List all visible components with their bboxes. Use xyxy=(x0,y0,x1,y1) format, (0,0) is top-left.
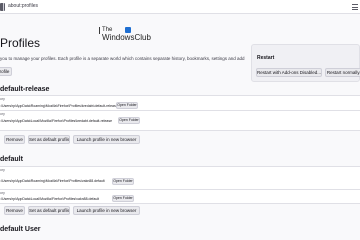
local-directory-row: ory :\Users\rp\AppData\Local\Mozilla\Fir… xyxy=(0,111,360,131)
watermark-logo: The WindowsClub xyxy=(99,26,151,48)
profile-name: default-release xyxy=(0,86,50,93)
open-folder-button[interactable]: Open Folder xyxy=(118,117,140,124)
local-directory-row: ory :\Users\rp\AppData\Local\Mozilla\Fir… xyxy=(0,190,360,204)
row-label: ory xyxy=(0,112,5,116)
logo-line2: WindowsClub xyxy=(102,33,151,42)
intro-text: you to manage your profiles. Each profil… xyxy=(0,56,245,61)
row-label: ory xyxy=(0,168,5,172)
launch-profile-button[interactable]: Launch profile in new browser xyxy=(73,135,140,144)
logo-bar xyxy=(99,27,100,34)
open-folder-button[interactable]: Open Folder xyxy=(112,195,134,202)
root-directory-row: ory :\Users\rp\AppData\Roaming\Mozilla\F… xyxy=(0,167,360,190)
hamburger-menu-icon[interactable] xyxy=(352,4,358,10)
root-directory-path: :\Users\rp\AppData\Roaming\Mozilla\Firef… xyxy=(0,179,105,183)
address-bar-divider xyxy=(3,3,4,11)
set-default-profile-button[interactable]: Set as default profile xyxy=(28,206,70,215)
restart-addons-disabled-button[interactable]: Restart with Add-ons Disabled... xyxy=(256,68,322,77)
profile-name: default xyxy=(0,156,23,163)
create-profile-button[interactable]: Profile xyxy=(0,67,12,76)
open-folder-button[interactable]: Open Folder xyxy=(116,102,138,109)
url-text[interactable]: about:profiles xyxy=(8,2,38,11)
launch-profile-button[interactable]: Launch profile in new browser xyxy=(73,206,140,215)
remove-button[interactable]: Remove xyxy=(4,206,25,215)
restart-title: Restart xyxy=(257,55,275,61)
open-folder-button[interactable]: Open Folder xyxy=(112,178,134,185)
row-label: ory xyxy=(0,97,5,101)
address-bar[interactable]: about:profiles xyxy=(0,0,360,14)
set-default-profile-button[interactable]: Set as default profile xyxy=(28,135,70,144)
root-directory-path: :\Users\rp\AppData\Roaming\Mozilla\Firef… xyxy=(0,104,118,108)
restart-normally-button[interactable]: Restart normally... xyxy=(325,68,360,77)
page-title: Profiles xyxy=(0,36,41,50)
root-directory-row: ory :\Users\rp\AppData\Roaming\Mozilla\F… xyxy=(0,96,360,111)
profile-name: default User xyxy=(0,226,41,233)
restart-panel: Restart Restart with Add-ons Disabled...… xyxy=(251,44,360,82)
local-directory-path: :\Users\rp\AppData\Local\Mozilla\Firefox… xyxy=(0,197,100,201)
local-directory-path: :\Users\rp\AppData\Local\Mozilla\Firefox… xyxy=(0,119,113,123)
row-label: ory xyxy=(0,191,5,195)
remove-button[interactable]: Remove xyxy=(4,135,25,144)
